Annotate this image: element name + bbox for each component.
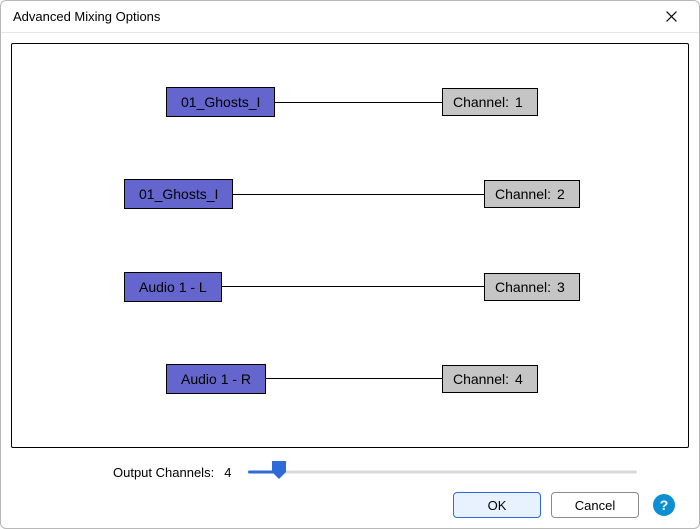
link-line — [233, 194, 484, 195]
output-channels-slider[interactable] — [248, 460, 637, 484]
help-icon: ? — [660, 497, 669, 513]
mapping-panel: 01_Ghosts_I Channel: 1 01_Ghosts_I Chann… — [11, 43, 689, 448]
source-box[interactable]: Audio 1 - L — [124, 272, 222, 302]
output-channels-label: Output Channels: — [113, 465, 214, 480]
ok-button[interactable]: OK — [453, 492, 541, 518]
mapping-row: 01_Ghosts_I Channel: 1 — [32, 84, 668, 120]
content-area: 01_Ghosts_I Channel: 1 01_Ghosts_I Chann… — [1, 33, 699, 528]
channel-number: 4 — [515, 371, 527, 387]
dialog-buttons: OK Cancel ? — [23, 492, 677, 518]
source-box[interactable]: 01_Ghosts_I — [124, 179, 233, 209]
source-box[interactable]: 01_Ghosts_I — [166, 87, 275, 117]
help-button[interactable]: ? — [653, 494, 675, 516]
channel-box[interactable]: Channel: 4 — [442, 365, 538, 393]
link-line — [266, 378, 442, 379]
channel-prefix: Channel: — [453, 371, 509, 387]
link-line — [275, 102, 442, 103]
link-line — [222, 286, 484, 287]
mapping-row: 01_Ghosts_I Channel: 2 — [32, 176, 668, 212]
channel-number: 1 — [515, 94, 527, 110]
close-icon — [666, 11, 677, 22]
mapping-row: Audio 1 - R Channel: 4 — [32, 361, 668, 397]
close-button[interactable] — [653, 3, 689, 31]
dialog-window: Advanced Mixing Options 01_Ghosts_I Chan… — [0, 0, 700, 529]
channel-number: 3 — [557, 279, 569, 295]
mapping-row: Audio 1 - L Channel: 3 — [32, 269, 668, 305]
channel-box[interactable]: Channel: 2 — [484, 180, 580, 208]
titlebar: Advanced Mixing Options — [1, 1, 699, 33]
output-channels-value: 4 — [224, 465, 238, 480]
slider-thumb-icon — [271, 460, 287, 480]
bottom-area: Output Channels: 4 OK Cancel ? — [11, 448, 689, 528]
channel-box[interactable]: Channel: 1 — [442, 88, 538, 116]
slider-thumb[interactable] — [271, 460, 287, 480]
source-box[interactable]: Audio 1 - R — [166, 364, 266, 394]
window-title: Advanced Mixing Options — [13, 9, 653, 24]
slider-rail-empty — [279, 471, 637, 474]
channel-prefix: Channel: — [453, 94, 509, 110]
channel-prefix: Channel: — [495, 279, 551, 295]
mapping-rows: 01_Ghosts_I Channel: 1 01_Ghosts_I Chann… — [32, 74, 668, 417]
channel-prefix: Channel: — [495, 186, 551, 202]
channel-number: 2 — [557, 186, 569, 202]
channel-box[interactable]: Channel: 3 — [484, 273, 580, 301]
cancel-button[interactable]: Cancel — [551, 492, 639, 518]
output-channels-row: Output Channels: 4 — [23, 460, 677, 484]
